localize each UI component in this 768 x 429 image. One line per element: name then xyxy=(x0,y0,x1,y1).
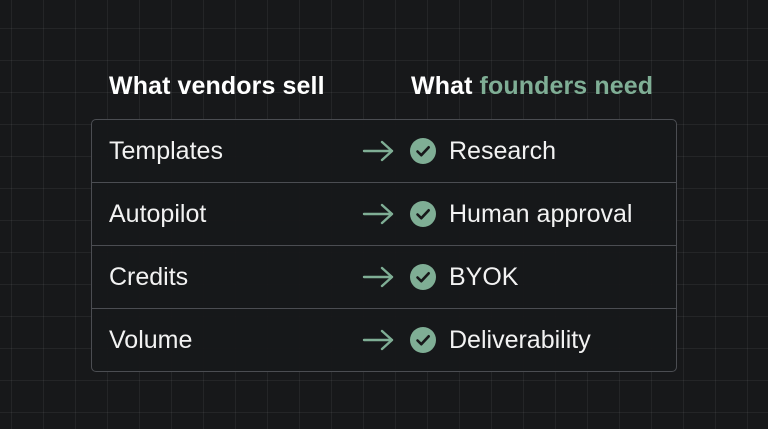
right-arrow-icon xyxy=(362,266,394,288)
founders-heading-accent: founders need xyxy=(479,72,654,100)
vendors-column-heading: What vendors sell xyxy=(109,72,325,100)
founder-need: Deliverability xyxy=(449,326,591,354)
vendor-offering: Credits xyxy=(109,263,189,291)
check-circle-icon xyxy=(410,264,436,290)
comparison-row: Credits BYOK xyxy=(92,246,676,309)
right-arrow-icon xyxy=(362,203,394,225)
founders-heading-prefix: What xyxy=(411,72,473,100)
right-arrow-icon xyxy=(362,140,394,162)
check-circle-icon xyxy=(410,201,436,227)
founder-need: Research xyxy=(449,137,556,165)
check-circle-icon xyxy=(410,327,436,353)
check-circle-icon xyxy=(410,138,436,164)
founder-need: Human approval xyxy=(449,200,633,228)
comparison-row: Volume Deliverability xyxy=(92,309,676,371)
founders-column-heading: What founders need xyxy=(411,70,653,102)
comparison-row: Templates Research xyxy=(92,120,676,183)
comparison-table: Templates Research Autopilot Human appro… xyxy=(91,119,677,372)
right-arrow-icon xyxy=(362,329,394,351)
vendor-offering: Volume xyxy=(109,326,193,354)
vendor-offering: Autopilot xyxy=(109,200,207,228)
vendor-offering: Templates xyxy=(109,137,223,165)
comparison-row: Autopilot Human approval xyxy=(92,183,676,246)
founder-need: BYOK xyxy=(449,263,519,291)
